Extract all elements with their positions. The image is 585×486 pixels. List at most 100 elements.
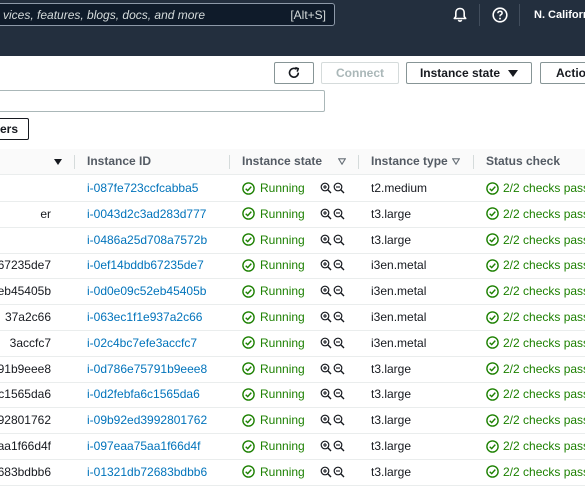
instance-type: t2.medium — [371, 181, 428, 195]
column-header-instance-id[interactable]: Instance ID — [87, 154, 151, 168]
instance-id-link[interactable]: i-097eaa75aa1f66d4f — [87, 439, 200, 453]
table-header: Instance ID Instance state Instance type… — [0, 149, 585, 175]
topbar-divider — [519, 4, 520, 26]
table-row[interactable]: 67235de7 i-0ef14bddb67235de7 Running i3e… — [0, 252, 585, 280]
filter-instances-input[interactable] — [0, 90, 325, 112]
instance-id-link[interactable]: i-087fe723ccfcabba5 — [87, 181, 198, 195]
instance-type: i3en.metal — [371, 258, 427, 273]
column-header-status-check[interactable]: Status check — [486, 154, 560, 168]
zoom-out-icon[interactable] — [333, 440, 345, 452]
zoom-in-icon[interactable] — [320, 414, 332, 426]
column-header-instance-state[interactable]: Instance state — [242, 154, 322, 168]
instance-state-label: Running — [260, 181, 305, 195]
instance-state-label: Running — [260, 335, 305, 350]
check-circle-icon — [486, 388, 499, 401]
instance-id-link[interactable]: i-0d0e09c52eb45405b — [87, 284, 206, 298]
check-circle-icon — [242, 465, 255, 479]
search-box[interactable]: vices, features, blogs, docs, and more [… — [0, 3, 335, 26]
zoom-out-icon[interactable] — [333, 259, 345, 271]
search-input[interactable]: vices, features, blogs, docs, and more — [3, 8, 205, 22]
table-row[interactable]: 3accfc7 i-02c4bc7efe3accfc7 Running i3en… — [0, 330, 585, 357]
instance-id-link[interactable]: i-0043d2c3ad283d777 — [87, 207, 206, 221]
table-row[interactable]: aa1f66d4f i-097eaa75aa1f66d4f Running t3… — [0, 433, 585, 460]
instance-id-link[interactable]: i-09b92ed3992801762 — [87, 413, 207, 427]
instance-id-link[interactable]: i-063ec1f1e937a2c66 — [87, 310, 202, 324]
sort-icon[interactable] — [452, 158, 460, 165]
instance-name: 2683bdbb6 — [0, 464, 51, 479]
instance-id-link[interactable]: i-02c4bc7efe3accfc7 — [87, 336, 197, 350]
instance-state: Running — [242, 207, 305, 221]
zoom-in-icon[interactable] — [320, 234, 332, 246]
table-row[interactable]: c1565da6 i-0d2febfa6c1565da6 Running t3.… — [0, 381, 585, 409]
status-check: 2/2 checks passe — [486, 310, 585, 324]
instance-type: i3en.metal — [371, 284, 427, 299]
instance-id-link[interactable]: i-0d2febfa6c1565da6 — [87, 387, 200, 401]
zoom-out-icon[interactable] — [333, 208, 345, 220]
zoom-controls — [320, 285, 345, 297]
connect-button[interactable]: Connect — [321, 62, 399, 84]
actions-button[interactable]: Actio — [540, 62, 585, 84]
status-check: 2/2 checks passe — [486, 258, 585, 272]
topbar-divider — [479, 4, 480, 26]
zoom-out-icon[interactable] — [333, 234, 345, 246]
zoom-in-icon[interactable] — [320, 440, 332, 452]
instance-name: c1565da6 — [0, 387, 51, 402]
zoom-in-icon[interactable] — [320, 259, 332, 271]
refresh-button[interactable] — [274, 62, 314, 84]
check-circle-icon — [486, 362, 499, 375]
instance-type: t3.large — [371, 232, 412, 247]
instance-id-link[interactable]: i-01321db72683bdbb6 — [87, 465, 207, 479]
instance-state: Running — [242, 439, 305, 453]
help-icon[interactable] — [491, 6, 509, 24]
instance-id-link[interactable]: i-0ef14bddb67235de7 — [87, 258, 204, 272]
zoom-in-icon[interactable] — [320, 208, 332, 220]
instance-state-label: Running — [260, 413, 305, 428]
zoom-in-icon[interactable] — [320, 311, 332, 323]
check-circle-icon — [242, 310, 255, 324]
zoom-out-icon[interactable] — [333, 285, 345, 297]
table-row[interactable]: er i-0043d2c3ad283d777 Running t3.large — [0, 201, 585, 228]
table-row[interactable]: i-0486a25d708a7572b Running t3.large 2/2… — [0, 227, 585, 254]
status-check-label: 2/2 checks passe — [503, 335, 585, 350]
zoom-in-icon[interactable] — [320, 182, 332, 194]
instance-type: t3.large — [371, 387, 412, 402]
sort-icon[interactable] — [338, 158, 346, 165]
region-selector[interactable]: N. California — [534, 9, 585, 21]
table-row[interactable]: eb45405b i-0d0e09c52eb45405b Running i3e… — [0, 278, 585, 306]
check-circle-icon — [242, 284, 255, 298]
zoom-in-icon[interactable] — [320, 363, 332, 375]
zoom-in-icon[interactable] — [320, 337, 332, 349]
sort-descending-icon[interactable] — [54, 159, 62, 165]
check-circle-icon — [242, 362, 255, 375]
instance-type: i3en.metal — [371, 310, 427, 324]
instance-id-link[interactable]: i-0486a25d708a7572b — [87, 233, 207, 247]
table-row[interactable]: 3992801762 i-09b92ed3992801762 Running t… — [0, 407, 585, 435]
instance-state-button[interactable]: Instance state — [406, 62, 532, 84]
bell-icon[interactable] — [451, 6, 469, 24]
table-row[interactable]: 791b9eee8 i-0d786e75791b9eee8 Running t3… — [0, 356, 585, 383]
table-row[interactable]: i-087fe723ccfcabba5 Running t2.medium 2/… — [0, 175, 585, 202]
instance-name: 3992801762 — [0, 413, 51, 428]
table-row[interactable]: 2683bdbb6 i-01321db72683bdbb6 Running t3… — [0, 459, 585, 486]
clear-filters-button[interactable]: ers — [0, 118, 29, 140]
status-check: 2/2 checks passe — [486, 233, 585, 247]
instance-id-link[interactable]: i-0d786e75791b9eee8 — [87, 362, 207, 376]
zoom-in-icon[interactable] — [320, 466, 332, 478]
zoom-out-icon[interactable] — [333, 466, 345, 478]
instance-state-label: Running — [260, 361, 305, 376]
zoom-out-icon[interactable] — [333, 363, 345, 375]
zoom-in-icon[interactable] — [320, 285, 332, 297]
check-circle-icon — [486, 207, 499, 221]
zoom-out-icon[interactable] — [333, 311, 345, 323]
zoom-out-icon[interactable] — [333, 337, 345, 349]
status-check: 2/2 checks passe — [486, 207, 585, 221]
instance-state: Running — [242, 362, 305, 376]
zoom-out-icon[interactable] — [333, 414, 345, 426]
instance-state: Running — [242, 336, 305, 350]
instance-name: 3accfc7 — [9, 335, 51, 350]
zoom-out-icon[interactable] — [333, 182, 345, 194]
column-header-instance-type[interactable]: Instance type — [371, 154, 448, 168]
table-row[interactable]: 37a2c66 i-063ec1f1e937a2c66 Running i3en… — [0, 304, 585, 331]
zoom-in-icon[interactable] — [320, 388, 332, 400]
zoom-out-icon[interactable] — [333, 388, 345, 400]
